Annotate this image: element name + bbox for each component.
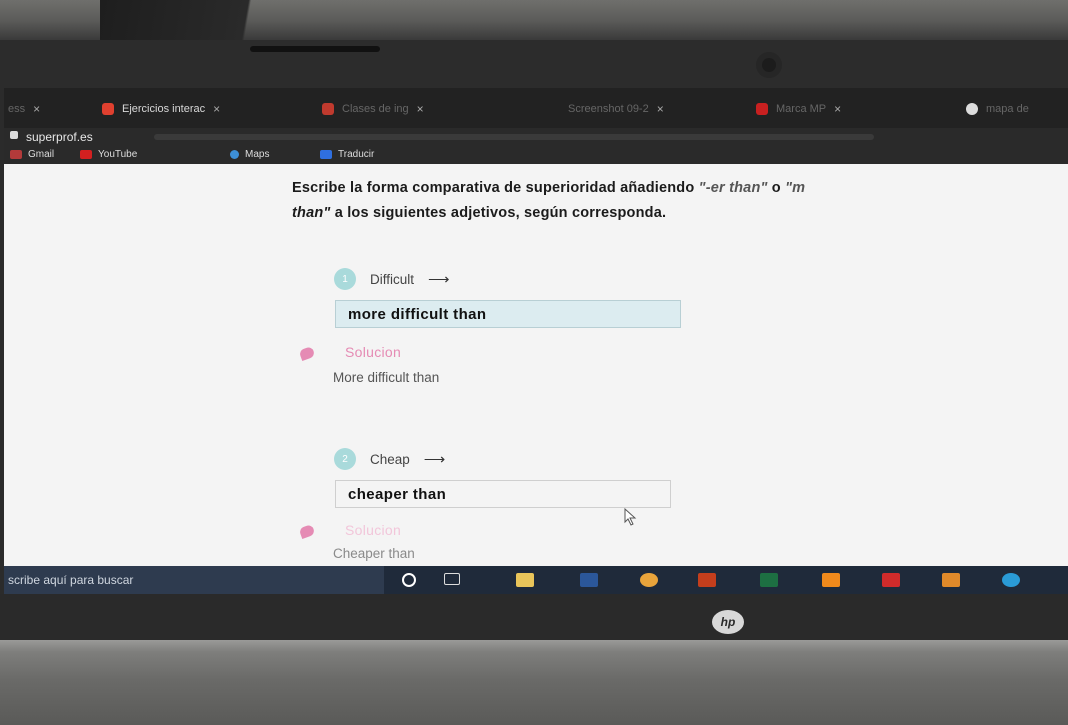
browser-tab-strip: ess × Ejercicios interac × Clases de ing × …	[4, 88, 1068, 128]
bookmarks-bar: Gmail YouTube Maps Traducir	[4, 146, 1068, 164]
answer-input-1[interactable]: more difficult than	[335, 300, 681, 328]
url-text: superprof.es	[26, 130, 93, 144]
instruction-more-than: "m	[785, 180, 806, 196]
address-bar[interactable]: superprof.es	[4, 128, 1068, 146]
page-content: Escribe la forma comparativa de superior…	[4, 164, 1068, 566]
question-number-badge: 1	[334, 268, 356, 290]
laptop-screen: ess × Ejercicios interac × Clases de ing × …	[4, 88, 1068, 594]
bookmark-youtube[interactable]: YouTube	[80, 149, 137, 160]
youtube-icon	[80, 150, 92, 159]
url-path-blur	[154, 134, 874, 140]
exercise-instruction: Escribe la forma comparativa de superior…	[292, 176, 1068, 226]
question-word: Cheap	[370, 451, 410, 467]
browser-tab-active[interactable]: Ejercicios interac ×	[102, 98, 220, 120]
taskbar-search-input[interactable]: scribe aquí para buscar	[4, 566, 384, 594]
question-number-badge: 2	[334, 448, 356, 470]
instruction-than: than"	[292, 205, 331, 221]
arrow-right-icon: ⟶	[428, 271, 450, 288]
solution-toggle-1[interactable]: Solucion	[345, 344, 401, 360]
solution-bulb-icon	[298, 523, 316, 540]
windows-taskbar: scribe aquí para buscar	[4, 566, 1068, 594]
solution-text-2: Cheaper than	[333, 546, 415, 561]
instruction-text: a los siguientes adjetivos, según corres…	[330, 205, 667, 221]
hp-logo: hp	[712, 610, 744, 634]
close-icon[interactable]: ×	[33, 102, 40, 116]
excel-icon[interactable]	[760, 573, 778, 587]
bookmark-traducir[interactable]: Traducir	[320, 149, 374, 160]
tab-label: Clases de ing	[342, 103, 409, 115]
maps-icon	[230, 150, 239, 159]
tab-label: mapa de	[986, 103, 1029, 115]
bookmark-maps[interactable]: Maps	[230, 149, 269, 160]
google-icon	[966, 103, 978, 115]
tab-label: Screenshot 09-2	[568, 103, 649, 115]
laptop-bottom-bezel	[0, 594, 1068, 640]
tab-label: ess	[8, 103, 26, 115]
bezel-slot	[250, 46, 380, 52]
superprof-icon	[322, 103, 334, 115]
solution-bulb-icon	[298, 345, 316, 362]
gmail-icon	[10, 150, 22, 159]
laptop-hinge	[0, 640, 1068, 725]
background-object	[100, 0, 340, 45]
app-icon[interactable]	[942, 573, 960, 587]
solution-toggle-2[interactable]: Solucion	[345, 522, 401, 538]
answer-input-2[interactable]: cheaper than	[335, 480, 671, 508]
close-icon[interactable]: ×	[417, 102, 424, 116]
bookmark-label: YouTube	[98, 149, 138, 160]
bookmark-label: Maps	[245, 149, 270, 160]
close-icon[interactable]: ×	[657, 102, 664, 116]
bookmark-label: Gmail	[28, 149, 55, 160]
solution-text-1: More difficult than	[333, 370, 440, 385]
photo-scene: ess × Ejercicios interac × Clases de ing × …	[0, 0, 1068, 725]
chrome-icon[interactable]	[640, 573, 658, 587]
webcam	[762, 58, 776, 72]
question-word: Difficult	[370, 271, 415, 287]
instruction-er-than: "-er than"	[698, 180, 768, 196]
arrow-right-icon: ⟶	[423, 451, 446, 468]
close-icon[interactable]: ×	[213, 102, 220, 116]
powerpoint-icon[interactable]	[698, 573, 716, 587]
bookmark-label: Traducir	[338, 149, 375, 160]
task-view-icon[interactable]	[444, 573, 460, 585]
close-icon[interactable]: ×	[834, 102, 841, 116]
superprof-icon	[102, 103, 114, 115]
browser-tab[interactable]: Clases de ing ×	[322, 98, 424, 120]
question-2: 2 Cheap ⟶	[334, 448, 445, 470]
vlc-icon[interactable]	[822, 573, 840, 587]
acrobat-icon[interactable]	[882, 573, 900, 587]
tab-label: Ejercicios interac	[122, 103, 206, 115]
cortana-icon[interactable]	[402, 573, 416, 587]
youtube-icon	[756, 103, 768, 115]
translate-icon	[320, 150, 332, 159]
laptop-top-bezel	[0, 40, 1068, 90]
browser-tab[interactable]: Marca MP ×	[756, 98, 841, 120]
tab-label: Marca MP	[776, 103, 827, 115]
browser-tab[interactable]: Screenshot 09-2 ×	[568, 98, 664, 120]
instruction-text: o	[767, 180, 786, 196]
bookmark-gmail[interactable]: Gmail	[10, 149, 54, 160]
lock-icon	[10, 131, 18, 139]
browser-tab[interactable]: mapa de	[966, 98, 1029, 120]
mouse-cursor-icon	[624, 508, 637, 526]
question-1: 1 Difficult ⟶	[334, 268, 450, 290]
instruction-text: Escribe la forma comparativa de superior…	[292, 180, 699, 196]
file-explorer-icon[interactable]	[516, 573, 534, 587]
edge-icon[interactable]	[1002, 573, 1020, 587]
word-icon[interactable]	[580, 573, 598, 587]
browser-tab[interactable]: ess ×	[8, 98, 40, 120]
